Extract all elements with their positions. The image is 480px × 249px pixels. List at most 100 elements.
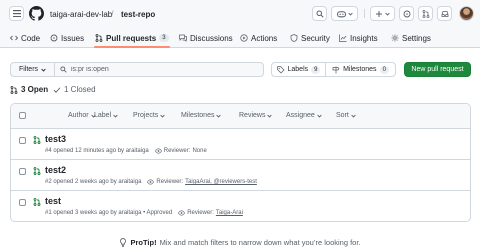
pull-request-title-link[interactable]: test	[45, 196, 61, 206]
protip: ProTip! Mix and match filters to narrow …	[0, 238, 480, 247]
closed-filter-link[interactable]: 1 Closed	[53, 85, 96, 94]
reviewer-label: Reviewer:	[163, 148, 191, 154]
labels-button[interactable]: Labels 9	[271, 62, 326, 77]
tab-insights[interactable]: Insights	[339, 32, 378, 44]
row-checkbox[interactable]	[19, 137, 26, 144]
milestones-count: 0	[379, 65, 389, 74]
tab-discussions[interactable]: Discussions	[179, 32, 233, 44]
search-field[interactable]	[54, 62, 264, 77]
repo-name-link[interactable]: test-repo	[121, 10, 155, 19]
milestone-icon	[332, 66, 340, 73]
tab-code[interactable]: Code	[10, 32, 40, 44]
repo-owner-link[interactable]: taiga-arai-dev-lab	[50, 10, 112, 19]
closed-count: 1 Closed	[64, 85, 96, 94]
search-icon	[60, 66, 67, 73]
tab-label: Insights	[350, 33, 378, 43]
row-checkbox[interactable]	[19, 168, 26, 175]
pull-requests-shortcut-button[interactable]	[418, 6, 433, 21]
pr-icon	[95, 34, 103, 42]
check-icon	[53, 86, 61, 93]
open-pr-icon	[33, 167, 41, 175]
discussion-icon	[179, 34, 187, 42]
filters-label: Filters	[18, 66, 39, 73]
gear-icon	[391, 34, 399, 42]
pull-requests-icon	[422, 9, 429, 18]
issues-shortcut-button[interactable]	[399, 6, 414, 21]
lightbulb-icon	[120, 238, 127, 247]
reviewer-info: Reviewer: TaigaArai, @reviewers-test	[147, 179, 257, 185]
open-pr-icon	[33, 198, 41, 206]
search-icon	[316, 10, 324, 18]
select-all-checkbox[interactable]	[19, 112, 26, 119]
filter-label: Assignee	[286, 112, 315, 119]
plus-icon	[376, 10, 382, 17]
inbox-icon	[441, 10, 448, 17]
protip-text: Mix and match filters to narrow down wha…	[159, 238, 361, 247]
issues-icon	[403, 10, 410, 17]
eye-icon	[154, 148, 162, 154]
open-pr-icon	[33, 136, 41, 144]
chevron-down-icon	[113, 114, 118, 118]
milestones-label: Milestones	[343, 66, 377, 73]
active-tab-indicator	[94, 46, 170, 48]
filter-label: Sort	[336, 112, 349, 119]
open-count: 3 Open	[21, 85, 49, 94]
label-filter[interactable]: Label	[94, 112, 118, 119]
tab-label: Code	[21, 33, 41, 43]
tab-issues[interactable]: Issues	[50, 32, 84, 44]
chevron-down-icon	[317, 114, 322, 118]
open-filter-link[interactable]: 3 Open	[10, 85, 48, 94]
filter-label: Author	[68, 112, 89, 119]
pull-request-meta: #4 opened 12 minutes ago by araitaiga Re…	[45, 148, 207, 154]
user-avatar[interactable]	[459, 6, 474, 21]
filter-label: Milestones	[181, 112, 215, 119]
projects-filter[interactable]: Projects	[133, 112, 166, 119]
new-pull-request-button[interactable]: New pull request	[404, 62, 471, 77]
menu-icon[interactable]	[9, 6, 24, 21]
tab-actions[interactable]: Actions	[240, 32, 277, 44]
sort-dropdown[interactable]: Sort	[336, 112, 356, 119]
repo-nav-tabs: Code Issues Pull requests 3 Discussions …	[0, 28, 480, 48]
tab-security[interactable]: Security	[290, 32, 330, 44]
reviewer-names: None	[192, 148, 207, 154]
tab-pull-requests[interactable]: Pull requests 3	[95, 32, 169, 44]
tab-settings[interactable]: Settings	[391, 32, 431, 44]
pr-meta-text: #1 opened 3 weeks ago by araitaiga • App…	[45, 210, 173, 216]
labels-count: 9	[311, 65, 321, 74]
pull-request-row: test3 #4 opened 12 minutes ago by araita…	[11, 129, 470, 160]
tab-label: Security	[301, 33, 330, 43]
author-filter[interactable]: Author	[68, 112, 96, 119]
filter-label: Reviews	[239, 112, 266, 119]
filters-dropdown[interactable]: Filters	[10, 62, 55, 77]
chevron-down-icon	[216, 114, 222, 118]
search-input[interactable]	[71, 66, 251, 73]
reviews-filter[interactable]: Reviews	[239, 112, 273, 119]
create-new-button[interactable]	[370, 6, 395, 21]
search-button[interactable]	[312, 6, 327, 21]
tab-label: Pull requests	[106, 33, 157, 43]
pull-request-row: test #1 opened 3 weeks ago by araitaiga …	[11, 191, 470, 221]
tag-icon	[276, 65, 285, 74]
reviewer-links[interactable]: TaigaArai, @reviewers-test	[185, 179, 257, 185]
issue-icon	[50, 34, 58, 42]
row-checkbox[interactable]	[19, 199, 26, 206]
graph-icon	[339, 34, 347, 42]
assignee-filter[interactable]: Assignee	[286, 112, 322, 119]
reviewer-links[interactable]: Taiga-Arai	[216, 210, 243, 216]
filter-label: Projects	[133, 112, 159, 119]
pull-request-title-link[interactable]: test3	[45, 134, 66, 144]
inbox-button[interactable]	[437, 6, 452, 21]
chevron-down-icon	[267, 114, 273, 118]
pull-request-list: Author Label Projects Milestones Reviews…	[10, 103, 471, 222]
shield-icon	[290, 34, 298, 42]
play-icon	[240, 34, 248, 42]
chevron-down-icon	[385, 12, 390, 16]
pull-request-title-link[interactable]: test2	[45, 165, 66, 175]
copilot-button[interactable]	[331, 6, 358, 21]
chevron-down-icon	[160, 114, 166, 118]
milestones-button[interactable]: Milestones 0	[325, 62, 396, 77]
github-logo-icon[interactable]	[29, 6, 44, 21]
tab-label: Settings	[402, 33, 431, 43]
path-separator: /	[111, 9, 114, 19]
milestones-filter[interactable]: Milestones	[181, 112, 222, 119]
